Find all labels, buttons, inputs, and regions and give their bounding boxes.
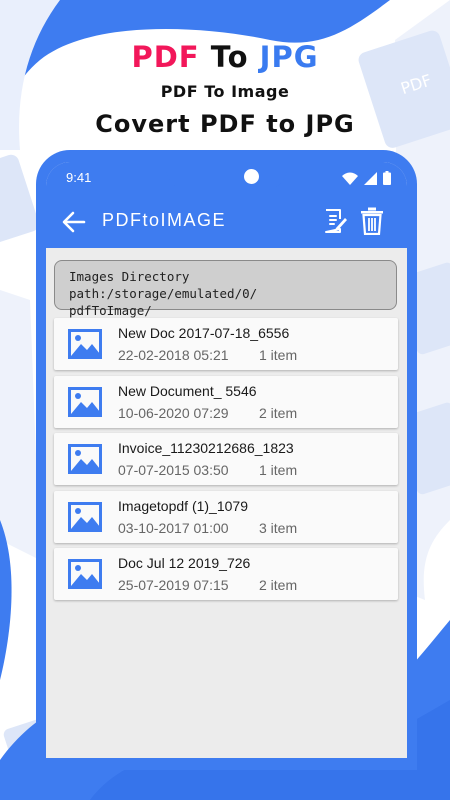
folder-date: 10-06-2020 07:29 — [118, 404, 229, 421]
folder-item-count: 2 item — [259, 577, 298, 593]
wifi-icon — [342, 172, 358, 185]
folder-name: Invoice_11230212686_1823 — [118, 440, 294, 456]
app-title: PDFtoIMAGE — [102, 210, 227, 230]
folder-row[interactable]: Doc Jul 12 2019_726 25-07-2019 07:15 2 i… — [54, 548, 398, 600]
notch — [166, 162, 287, 190]
image-folder-icon — [68, 386, 102, 417]
promo-title-jpg: JPG — [259, 40, 319, 74]
image-folder-icon — [68, 329, 102, 359]
directory-path-box: Images Directory path:/storage/emulated/… — [54, 260, 397, 318]
folder-date: 22-02-2018 05:21 — [118, 347, 229, 363]
folder-item-count: 3 item — [259, 519, 298, 536]
folder-item-count: 1 item — [259, 462, 298, 478]
folder-name: New Document_ 5546 — [118, 382, 257, 399]
folder-name: Doc Jul 12 2019_726 — [118, 555, 251, 571]
delete-icon[interactable] — [360, 207, 384, 235]
phone-frame: 9:41 PDFtoIMAGE Images Directory path:/s… — [36, 150, 417, 770]
camera-dot — [244, 169, 259, 184]
folder-item-count: 1 item — [259, 347, 298, 363]
status-bar: 9:41 — [46, 162, 407, 196]
folder-name: Imagetopdf (1)_1079 — [118, 497, 248, 514]
folder-item-count: 2 item — [259, 404, 298, 421]
signal-icon — [364, 171, 377, 185]
promo-title-to: To — [210, 40, 249, 74]
status-icons — [342, 171, 391, 185]
folder-row[interactable]: New Document_ 5546 10-06-2020 07:29 2 it… — [54, 375, 398, 428]
folder-name: New Doc 2017-07-18_6556 — [118, 325, 290, 341]
folder-row[interactable]: Imagetopdf (1)_1079 03-10-2017 01:00 3 i… — [54, 490, 398, 543]
phone-screen: 9:41 PDFtoIMAGE Images Directory path:/s… — [46, 162, 407, 758]
folder-date: 25-07-2019 07:15 — [118, 577, 229, 593]
status-time: 9:41 — [66, 170, 92, 185]
folder-date: 03-10-2017 01:00 — [118, 519, 229, 536]
image-folder-icon — [68, 444, 102, 474]
promo-title-pdf: PDF — [131, 40, 200, 74]
folder-row[interactable]: New Doc 2017-07-18_6556 22-02-2018 05:21… — [54, 318, 398, 370]
promo-subtitle: PDF To Image — [160, 82, 290, 101]
directory-path-line1: Images Directory path:/storage/emulated/… — [69, 269, 258, 301]
image-folder-icon — [68, 501, 102, 532]
battery-icon — [383, 171, 391, 185]
back-arrow-icon[interactable] — [60, 208, 88, 236]
edit-note-icon[interactable] — [322, 207, 348, 235]
image-folder-icon — [68, 559, 102, 589]
directory-path-line2: pdfToImage/ — [69, 303, 152, 318]
promo-headline: Covert PDF to JPG — [95, 110, 355, 138]
folder-date: 07-07-2015 03:50 — [118, 462, 229, 478]
folder-row[interactable]: Invoice_11230212686_1823 07-07-2015 03:5… — [54, 433, 398, 485]
app-bar: PDFtoIMAGE — [46, 196, 407, 248]
promo-title: PDF To JPG — [0, 40, 450, 74]
folder-list: New Doc 2017-07-18_6556 22-02-2018 05:21… — [54, 318, 398, 606]
